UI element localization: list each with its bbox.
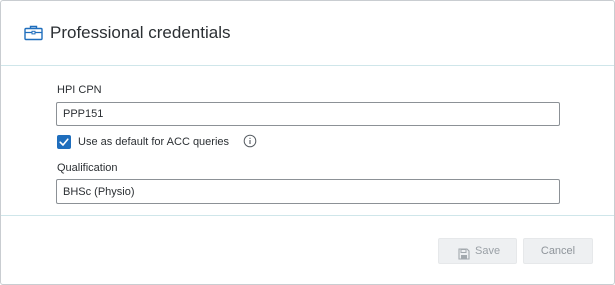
save-button[interactable]: Save bbox=[438, 238, 517, 264]
dialog-title: Professional credentials bbox=[50, 23, 231, 42]
dialog-footer: Save Cancel bbox=[1, 215, 614, 285]
qualification-input[interactable] bbox=[56, 179, 560, 204]
hpi-cpn-label: HPI CPN bbox=[57, 84, 102, 96]
dialog-body: HPI CPN Use as default for ACC queries Q… bbox=[1, 66, 614, 215]
professional-credentials-dialog: Professional credentials HPI CPN Use as … bbox=[0, 0, 615, 285]
default-acc-checkbox-label[interactable]: Use as default for ACC queries bbox=[78, 135, 229, 149]
floppy-disk-icon bbox=[458, 245, 470, 260]
save-button-label: Save bbox=[475, 245, 501, 257]
qualification-label: Qualification bbox=[57, 162, 118, 174]
default-acc-checkbox[interactable] bbox=[57, 135, 71, 149]
briefcase-icon bbox=[24, 25, 43, 41]
hpi-cpn-input[interactable] bbox=[56, 102, 560, 126]
dialog-header: Professional credentials bbox=[1, 1, 614, 66]
info-circle-icon[interactable] bbox=[243, 134, 257, 148]
cancel-button[interactable]: Cancel bbox=[523, 238, 593, 264]
